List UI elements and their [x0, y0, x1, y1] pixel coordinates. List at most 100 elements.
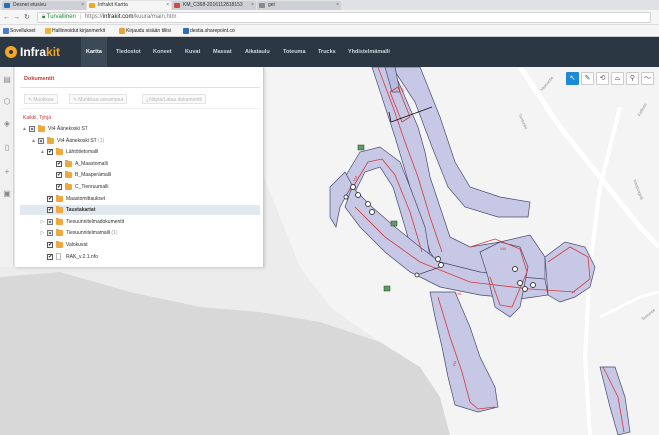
tree-row[interactable]: ✓ RAK_v.2.1.nfo [20, 252, 260, 262]
tree-row[interactable]: ▷ Tiesuunnitelmadokumentit [20, 217, 260, 227]
survey-point[interactable] [512, 266, 518, 272]
close-tab-icon[interactable]: × [336, 1, 339, 10]
nav-toteuma[interactable]: Toteuma [278, 37, 311, 67]
survey-point[interactable] [530, 282, 536, 288]
close-tab-icon[interactable]: × [81, 1, 84, 10]
tree-row[interactable]: ✓ C_Tienruumalli [20, 182, 260, 192]
tree-row[interactable]: ▷ Tiesuunnitelmamalli (1) [20, 228, 260, 238]
bookmark-item[interactable]: Sovellukset [2, 25, 36, 37]
nav-tiedostot[interactable]: Tiedostot [111, 37, 146, 67]
tree-item-text: C_Tienruumalli [75, 184, 109, 190]
edit-many-button[interactable]: ✎Muokkaa useampaa [69, 94, 128, 104]
tree-row[interactable]: ✓ B_Maaperämalli [20, 170, 260, 180]
photo-marker-icon[interactable] [383, 285, 391, 292]
photo-marker-icon[interactable] [390, 220, 398, 227]
bookmarks-bar: Sovellukset Hallinnoidut kirjanmerkit Ki… [0, 25, 659, 37]
browser-tab[interactable]: get × [257, 1, 341, 10]
image-icon[interactable]: ▣ [2, 189, 12, 199]
tree-checkbox[interactable]: ✓ [47, 207, 53, 214]
photo-marker-icon[interactable] [357, 144, 365, 151]
nav-kuvat[interactable]: Kuvat [180, 37, 205, 67]
bookmark-item[interactable]: destia.sharepoint.co [182, 25, 235, 37]
browser-tab-active[interactable]: Infrakit Kartta × [87, 1, 171, 10]
filter-path[interactable]: Kaikki, Tyhjä [23, 115, 51, 121]
tree-row[interactable]: ✓ Taustakartat [20, 205, 260, 216]
left-icon-rail: ▤ ⬡ ◈ ▯ + ▣ [0, 67, 14, 267]
layers-icon[interactable]: ▤ [2, 75, 12, 85]
pencil-icon[interactable]: ✎ [581, 72, 594, 85]
tree-checkbox[interactable]: ✓ [47, 253, 53, 260]
close-tab-icon[interactable]: × [166, 1, 169, 10]
tree-checkbox[interactable]: ✓ [56, 184, 62, 190]
tree-row[interactable]: ✓ A_Maastomalli [20, 159, 260, 169]
nav-trucks[interactable]: Trucks [313, 37, 341, 67]
tree-item-label: Valokuvat [66, 240, 88, 250]
add-icon[interactable]: + [2, 167, 12, 177]
pointer-icon[interactable]: ↖ [566, 72, 579, 85]
tree-item-label: Tiesuunnitelmadokumentit [66, 217, 124, 227]
tree-item-text: A_Maastomalli [75, 160, 108, 167]
tree-item-label: RAK_v.2.1.nfo [66, 252, 98, 262]
tree-row[interactable]: ✓ Valokuvat [20, 240, 260, 250]
expand-toggle-icon[interactable]: ▲ [40, 147, 45, 157]
tree-row[interactable]: ▲ Vt4 Äänekoski ST (1) [20, 136, 260, 146]
tree-checkbox[interactable] [29, 126, 35, 132]
stack-icon[interactable]: ◈ [2, 119, 12, 129]
survey-point[interactable] [414, 272, 420, 278]
expand-toggle-icon[interactable]: ▷ [40, 228, 45, 238]
survey-point[interactable] [365, 201, 371, 207]
forward-icon[interactable]: → [13, 13, 20, 22]
tree-checkbox[interactable]: ✓ [56, 172, 62, 179]
infrakit-logo[interactable]: Infrakit [5, 43, 60, 61]
address-bar: ← → ↻ 🔒︎ Turvallinen | https://infrakit.… [0, 10, 659, 25]
tree-checkbox[interactable] [38, 137, 44, 144]
folder-icon [56, 206, 63, 214]
survey-point[interactable] [522, 286, 528, 292]
nav-yhdistelmamalli[interactable]: Yhdistelmämalli [343, 37, 395, 67]
survey-point[interactable] [438, 262, 444, 268]
survey-point[interactable] [355, 192, 361, 198]
tree-checkbox[interactable]: ✓ [56, 160, 62, 167]
reload-icon[interactable]: ↻ [24, 13, 30, 22]
survey-point[interactable] [350, 184, 356, 190]
expand-toggle-icon[interactable]: ▲ [31, 136, 36, 146]
tree-checkbox[interactable]: ✓ [47, 149, 53, 156]
survey-point[interactable] [343, 194, 349, 200]
tree-checkbox[interactable]: ✓ [47, 242, 53, 248]
survey-point[interactable] [435, 256, 441, 262]
nav-koneet[interactable]: Koneet [148, 37, 177, 67]
tree-row[interactable]: ▲ ✓ Lähtötietomalli [20, 147, 260, 157]
nav-kartta[interactable]: Kartta [81, 37, 107, 67]
measure-icon[interactable]: ⚲ [626, 72, 639, 85]
folder-icon [65, 183, 72, 190]
expand-toggle-icon[interactable]: ▲ [22, 124, 27, 134]
url-input[interactable]: 🔒︎ Turvallinen | https://infrakit.com/ku… [37, 12, 651, 23]
browser-tab[interactable]: Desnet etusivu × [2, 1, 86, 10]
lasso-icon[interactable]: ⟲ [596, 72, 609, 85]
bookmark-item[interactable]: Hallinnoidut kirjanmerkit [44, 25, 105, 37]
tree-checkbox[interactable] [47, 218, 53, 225]
back-icon[interactable]: ← [3, 13, 10, 22]
tree-item-label: C_Tienruumalli [75, 182, 108, 192]
tree-row[interactable]: ▲ Vt4 Äänekoski ST [20, 124, 260, 134]
tree-row[interactable]: ✓ Maastomittaukset [20, 194, 260, 204]
browser-tab[interactable]: KM_C368-2016112818153 × [172, 1, 256, 10]
eraser-icon[interactable]: ⌓ [611, 72, 624, 85]
pencil-icon: ✎ [28, 97, 33, 103]
tree-item-count: (1) [110, 230, 118, 237]
tree-checkbox[interactable] [47, 230, 53, 237]
survey-point[interactable] [369, 209, 375, 215]
edit-button[interactable]: ✎Muokkaa [24, 94, 58, 104]
expand-toggle-icon[interactable]: ▷ [40, 217, 45, 227]
gear-logo-icon [5, 46, 17, 58]
curve-icon[interactable]: 〜 [641, 72, 654, 85]
show-document-button[interactable]: ⤓Näytä/Lataa dokumentti [142, 94, 207, 104]
nav-massat[interactable]: Massat [208, 37, 237, 67]
close-tab-icon[interactable]: × [251, 1, 254, 10]
cube-icon[interactable]: ⬡ [2, 97, 12, 107]
nav-aikataulu[interactable]: Aikataulu [240, 37, 275, 67]
bookmark-item[interactable]: Kirjaudu sisään tiliisi [118, 25, 171, 37]
tree-checkbox[interactable]: ✓ [47, 195, 53, 202]
document-icon[interactable]: ▯ [2, 143, 12, 153]
survey-point[interactable] [517, 280, 523, 286]
